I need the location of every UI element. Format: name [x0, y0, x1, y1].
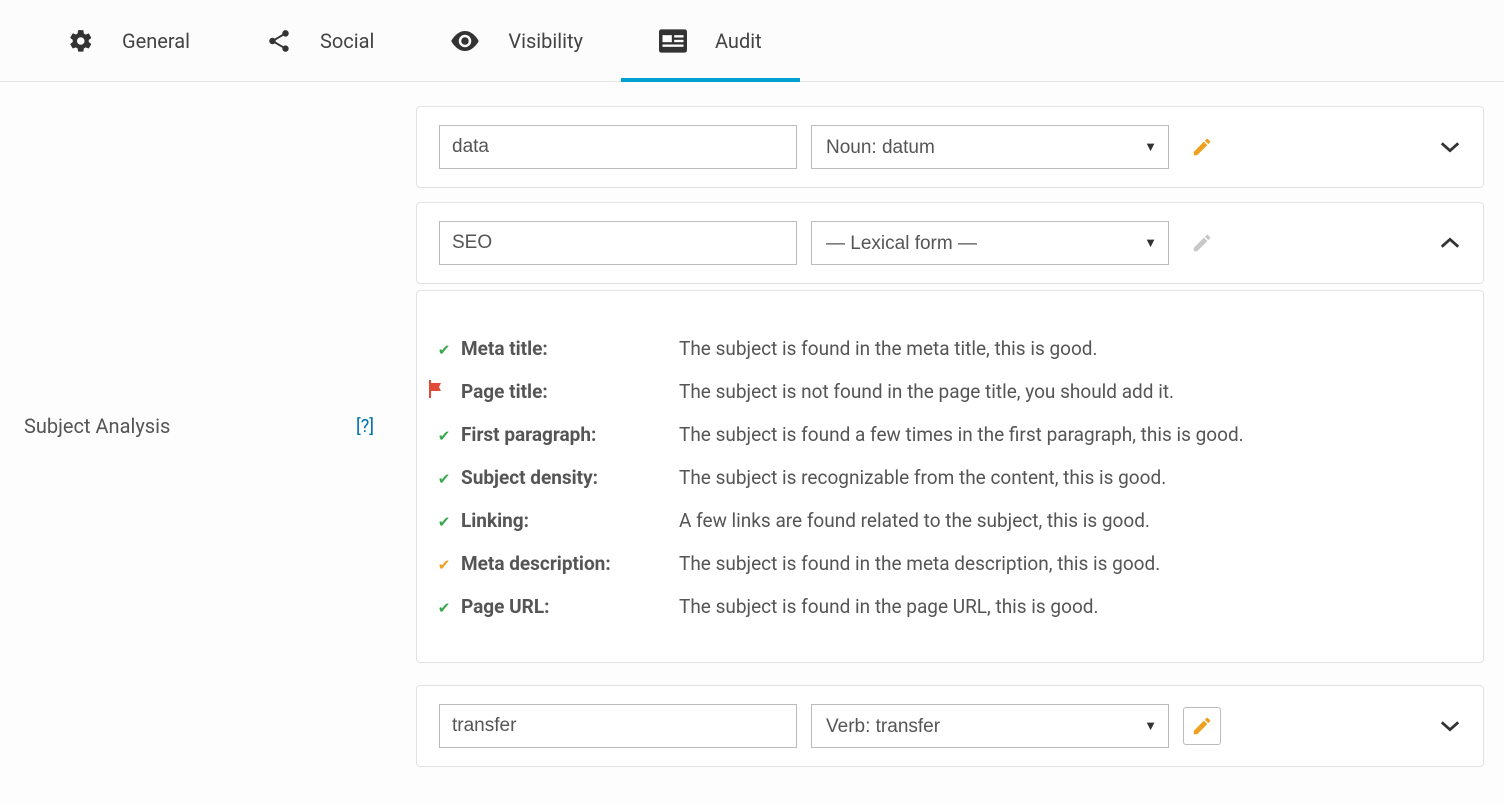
subject-lexical-select[interactable]: Noun: datum [811, 125, 1169, 169]
detail-label: First paragraph: [461, 423, 679, 446]
detail-label: Meta description: [461, 552, 679, 575]
subject-keyword-input[interactable] [439, 125, 797, 169]
check-icon: ✔ [427, 513, 461, 531]
id-card-icon [659, 29, 687, 53]
detail-label: Page URL: [461, 595, 679, 618]
subject-details-panel: ✔ Meta title: The subject is found in th… [416, 290, 1484, 663]
detail-label: Linking: [461, 509, 679, 532]
detail-text: The subject is found a few times in the … [679, 423, 1244, 446]
left-column: Subject Analysis [?] [0, 82, 398, 805]
tab-audit[interactable]: Audit [621, 0, 800, 82]
chevron-up-icon[interactable] [1439, 236, 1461, 250]
chevron-down-icon[interactable] [1439, 140, 1461, 154]
subject-row: — Lexical form — ▼ [416, 202, 1484, 284]
tab-label-social: Social [320, 29, 374, 53]
detail-text: The subject is recognizable from the con… [679, 466, 1166, 489]
tab-label-visibility: Visibility [508, 29, 583, 53]
detail-row: ✔ Page URL: The subject is found in the … [427, 585, 1473, 628]
tab-label-audit: Audit [715, 29, 762, 53]
detail-text: A few links are found related to the sub… [679, 509, 1150, 532]
chevron-down-icon[interactable] [1439, 719, 1461, 733]
detail-label: Page title: [461, 380, 679, 403]
detail-row: Page title: The subject is not found in … [427, 370, 1473, 413]
detail-row: ✔ Meta description: The subject is found… [427, 542, 1473, 585]
detail-row: ✔ Linking: A few links are found related… [427, 499, 1473, 542]
detail-label: Subject density: [461, 466, 679, 489]
detail-text: The subject is found in the meta descrip… [679, 552, 1160, 575]
tab-visibility[interactable]: Visibility [412, 0, 621, 82]
subject-keyword-input[interactable] [439, 221, 797, 265]
check-icon: ✔ [427, 556, 461, 574]
gear-icon [68, 28, 94, 54]
section-title: Subject Analysis [24, 414, 170, 438]
help-link[interactable]: [?] [356, 416, 374, 437]
detail-row: ✔ First paragraph: The subject is found … [427, 413, 1473, 456]
tab-label-general: General [122, 29, 190, 53]
detail-text: The subject is found in the page URL, th… [679, 595, 1099, 618]
subject-keyword-input[interactable] [439, 704, 797, 748]
eye-icon [450, 30, 480, 52]
subject-lexical-select[interactable]: — Lexical form — [811, 221, 1169, 265]
subject-row: Noun: datum ▼ [416, 106, 1484, 188]
right-column: Noun: datum ▼ — Lexical form — ▼ [398, 82, 1504, 805]
detail-text: The subject is found in the meta title, … [679, 337, 1098, 360]
check-icon: ✔ [427, 470, 461, 488]
tabs-bar: General Social Visibility Audit [0, 0, 1504, 82]
subject-row: Verb: transfer ▼ [416, 685, 1484, 767]
tab-general[interactable]: General [30, 0, 228, 82]
check-icon: ✔ [427, 599, 461, 617]
pencil-icon[interactable] [1183, 707, 1221, 745]
pencil-icon [1183, 224, 1221, 262]
detail-label: Meta title: [461, 337, 679, 360]
flag-icon [427, 380, 461, 398]
share-icon [266, 28, 292, 54]
content-area: Subject Analysis [?] Noun: datum ▼ [0, 82, 1504, 805]
subject-lexical-select[interactable]: Verb: transfer [811, 704, 1169, 748]
check-icon: ✔ [427, 427, 461, 445]
check-icon: ✔ [427, 341, 461, 359]
detail-row: ✔ Meta title: The subject is found in th… [427, 327, 1473, 370]
pencil-icon[interactable] [1183, 128, 1221, 166]
detail-text: The subject is not found in the page tit… [679, 380, 1174, 403]
detail-row: ✔ Subject density: The subject is recogn… [427, 456, 1473, 499]
tab-social[interactable]: Social [228, 0, 412, 82]
